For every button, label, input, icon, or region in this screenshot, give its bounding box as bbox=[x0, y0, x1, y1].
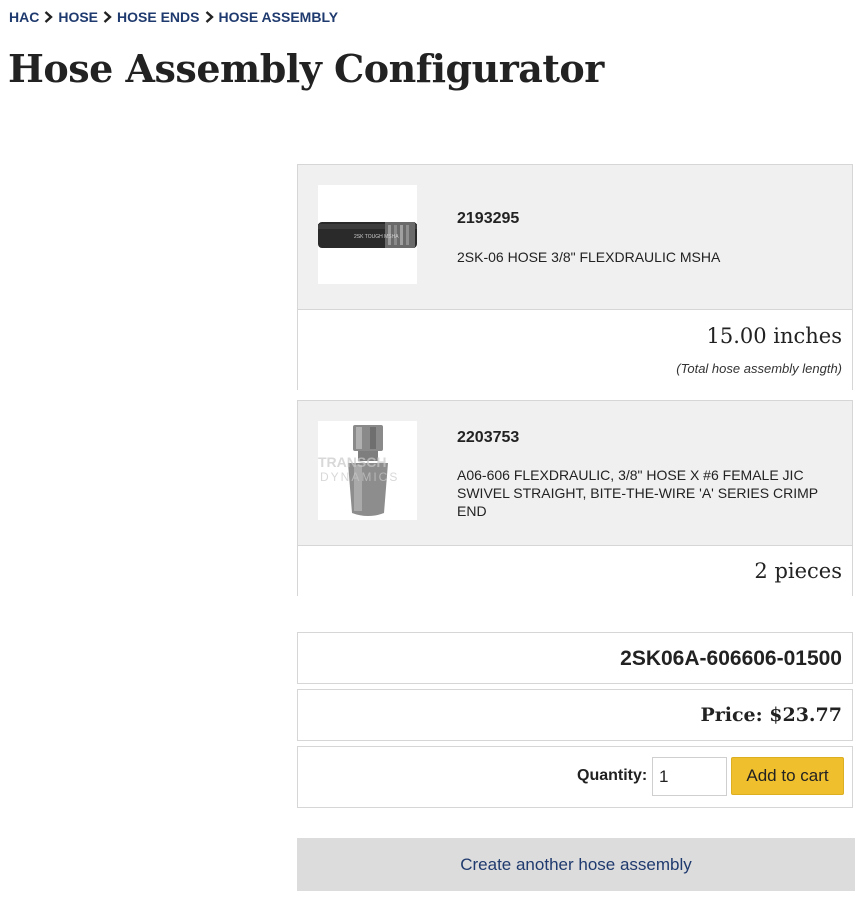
add-to-cart-button[interactable]: Add to cart bbox=[731, 757, 844, 795]
breadcrumb-hose-assembly[interactable]: HOSE ASSEMBLY bbox=[219, 9, 339, 25]
breadcrumb-hose-ends[interactable]: HOSE ENDS bbox=[117, 9, 199, 25]
quantity-label: Quantity: bbox=[577, 767, 648, 784]
page-title: Hose Assembly Configurator bbox=[8, 46, 604, 91]
hose-print-label: 2SK TOUGH MSHA bbox=[354, 234, 399, 240]
hose-card: 2SK TOUGH MSHA 2193295 2SK-06 HOSE 3/8" … bbox=[297, 164, 853, 390]
breadcrumb-hose[interactable]: HOSE bbox=[58, 9, 98, 25]
breadcrumb-hac[interactable]: HAC bbox=[9, 9, 39, 25]
fitting-card: TRANSCH DYNAMICS 2203753 A06-606 FLEXDRA… bbox=[297, 400, 853, 596]
assembly-code: 2SK06A-606606-01500 bbox=[620, 647, 842, 670]
price-box: Price: $23.77 bbox=[297, 689, 853, 741]
fitting-quantity-section: 2 pieces bbox=[298, 546, 852, 596]
fitting-card-header: TRANSCH DYNAMICS 2203753 A06-606 FLEXDRA… bbox=[298, 401, 852, 546]
hose-image: 2SK TOUGH MSHA bbox=[318, 185, 417, 284]
price: Price: $23.77 bbox=[700, 704, 842, 726]
cart-box: Quantity: Add to cart bbox=[297, 746, 853, 808]
hose-part-number: 2193295 bbox=[457, 210, 520, 227]
chevron-right-icon bbox=[44, 11, 54, 23]
fitting-description: A06-606 FLEXDRAULIC, 3/8" HOSE X #6 FEMA… bbox=[457, 467, 818, 519]
hose-length-section: 15.00 inches (Total hose assembly length… bbox=[298, 310, 852, 390]
breadcrumb: HAC HOSE HOSE ENDS HOSE ASSEMBLY bbox=[9, 8, 338, 26]
hose-length: 15.00 inches bbox=[706, 324, 842, 348]
create-another-button[interactable]: Create another hose assembly bbox=[297, 838, 855, 891]
fitting-image: TRANSCH DYNAMICS bbox=[318, 421, 417, 520]
assembly-code-box: 2SK06A-606606-01500 bbox=[297, 632, 853, 684]
fitting-part-number: 2203753 bbox=[457, 429, 520, 446]
chevron-right-icon bbox=[103, 11, 112, 23]
chevron-right-icon bbox=[205, 11, 214, 23]
fitting-watermark-bottom: DYNAMICS bbox=[320, 470, 399, 484]
fitting-watermark-top: TRANSCH bbox=[318, 454, 386, 470]
hose-length-note: (Total hose assembly length) bbox=[676, 361, 842, 376]
hose-description: 2SK-06 HOSE 3/8" FLEXDRAULIC MSHA bbox=[457, 249, 721, 265]
create-another-label: Create another hose assembly bbox=[460, 854, 692, 874]
fitting-quantity: 2 pieces bbox=[754, 559, 842, 583]
quantity-input[interactable] bbox=[652, 757, 727, 796]
hose-card-header: 2SK TOUGH MSHA 2193295 2SK-06 HOSE 3/8" … bbox=[298, 165, 852, 310]
